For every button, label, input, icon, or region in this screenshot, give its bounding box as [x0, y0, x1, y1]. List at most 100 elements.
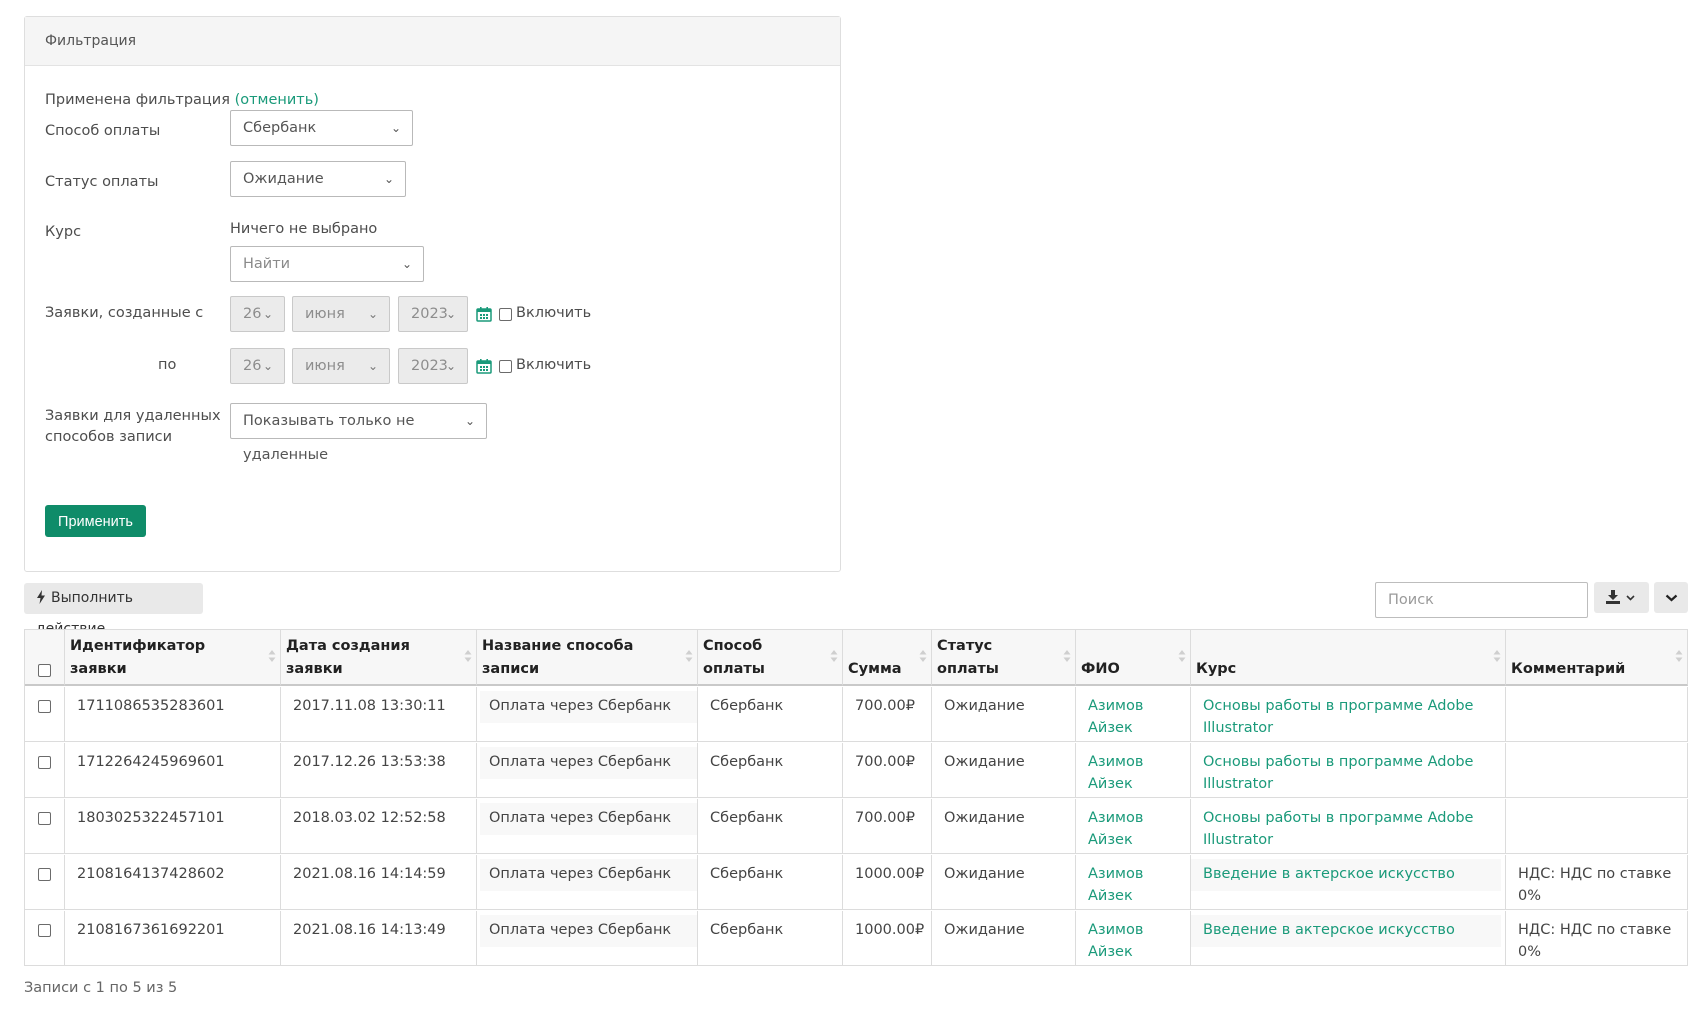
fio-link[interactable]: Азимов Айзек — [1088, 754, 1143, 792]
sort-icon — [1178, 650, 1186, 662]
payment-status-select[interactable]: Ожидание ⌄ — [230, 161, 406, 197]
filter-title: Фильтрация — [25, 17, 840, 66]
cell-comment — [1506, 743, 1688, 797]
header-label: Способ — [703, 638, 763, 654]
created-to-enable-checkbox[interactable] — [499, 360, 512, 373]
row-select-cell — [25, 855, 65, 909]
created-to-day-select[interactable]: 26 ⌄ — [230, 348, 285, 384]
row-select-cell — [25, 687, 65, 741]
header-label: ФИО — [1081, 661, 1120, 677]
fio-line1: Азимов — [1088, 698, 1144, 714]
course-search-select[interactable]: Найти ⌄ — [230, 246, 424, 282]
cell-comment: НДС: НДС по ставке 0% — [1506, 911, 1688, 965]
chevron-down-icon: ⌄ — [445, 307, 456, 321]
sort-icon — [1493, 650, 1501, 662]
course-line1: Введение в актерское искусство — [1203, 866, 1455, 882]
created-to-year: 2023 — [411, 358, 448, 374]
header-label: записи — [482, 661, 540, 677]
deleted-methods-label-line2: способов записи — [45, 429, 173, 445]
cell-sum: 1000.00₽ — [843, 855, 932, 909]
created-from-year-select[interactable]: 2023 ⌄ — [398, 296, 468, 332]
cell-date: 2021.08.16 14:14:59 — [281, 855, 477, 909]
execute-action-button[interactable]: Выполнить действие — [24, 583, 203, 637]
sort-icon — [1063, 650, 1071, 662]
course-link[interactable]: Введение в актерское искусство — [1203, 922, 1455, 938]
sort-icon — [830, 650, 838, 662]
created-from-enable-checkbox[interactable] — [499, 308, 512, 321]
calendar-icon[interactable] — [476, 306, 492, 322]
fio-line1: Азимов — [1088, 922, 1144, 938]
created-to-year-select[interactable]: 2023 ⌄ — [398, 348, 468, 384]
cell-id: 1711086535283601 — [65, 687, 281, 741]
header-method-name[interactable]: Название способа записи — [477, 630, 698, 686]
header-label: Комментарий — [1511, 661, 1626, 677]
row-checkbox[interactable] — [38, 700, 51, 713]
created-to-enable-label: Включить — [516, 357, 592, 373]
header-label: оплаты — [703, 661, 765, 677]
course-link[interactable]: Основы работы в программе Adobe Illustrat… — [1203, 810, 1473, 848]
fio-line2: Айзек — [1088, 888, 1133, 904]
cell-id: 2108167361692201 — [65, 911, 281, 965]
search-input[interactable] — [1375, 582, 1588, 618]
course-link[interactable]: Основы работы в программе Adobe Illustrat… — [1203, 754, 1473, 792]
cell-id: 2108164137428602 — [65, 855, 281, 909]
chevron-down-icon: ⌄ — [464, 414, 475, 428]
header-label: Дата создания — [286, 638, 410, 654]
filter-panel: Фильтрация Применена фильтрация (отменит… — [24, 16, 841, 572]
payment-method-select[interactable]: Сбербанк ⌄ — [230, 110, 413, 146]
row-checkbox[interactable] — [38, 868, 51, 881]
created-from-month: июня — [305, 306, 345, 322]
course-line1: Основы работы в программе Adobe — [1203, 810, 1474, 826]
header-course[interactable]: Курс — [1191, 630, 1506, 686]
header-comment[interactable]: Комментарий — [1506, 630, 1688, 686]
chevron-down-icon — [1665, 594, 1678, 602]
cell-date: 2017.11.08 13:30:11 — [281, 687, 477, 741]
comment-line1: НДС: НДС по ставке — [1518, 922, 1672, 938]
apply-button[interactable]: Применить — [45, 505, 146, 537]
deleted-methods-select[interactable]: Показывать только не удаленные ⌄ — [230, 403, 487, 463]
header-payment-method[interactable]: Способ оплаты — [698, 630, 843, 686]
cell-method-name-text: Оплата через Сбербанк — [489, 866, 672, 882]
fio-link[interactable]: Азимов Айзек — [1088, 810, 1143, 848]
header-created-date[interactable]: Дата создания заявки — [281, 630, 477, 686]
header-fio[interactable]: ФИО — [1076, 630, 1191, 686]
fio-link[interactable]: Азимов Айзек — [1088, 922, 1143, 960]
header-request-id[interactable]: Идентификатор заявки — [65, 630, 281, 686]
cell-comment — [1506, 687, 1688, 741]
comment-line2: 0% — [1518, 944, 1542, 960]
course-nothing-selected: Ничего не выбрано — [230, 221, 378, 237]
course-link[interactable]: Основы работы в программе Adobe Illustrat… — [1203, 698, 1473, 736]
calendar-icon[interactable] — [476, 358, 492, 374]
row-checkbox[interactable] — [38, 756, 51, 769]
created-to-month: июня — [305, 358, 345, 374]
fio-link[interactable]: Азимов Айзек — [1088, 866, 1143, 904]
created-from-enable-label: Включить — [516, 305, 592, 321]
course-label: Курс — [45, 224, 82, 240]
cell-method-name: Оплата через Сбербанк — [477, 743, 698, 797]
course-link[interactable]: Введение в актерское искусство — [1203, 866, 1455, 882]
cell-payment: Сбербанк — [698, 743, 843, 797]
header-sum[interactable]: Сумма — [843, 630, 932, 686]
cell-sum: 700.00₽ — [843, 799, 932, 853]
header-payment-status[interactable]: Статус оплаты — [932, 630, 1076, 686]
columns-toggle-button[interactable] — [1654, 582, 1688, 613]
select-all-checkbox[interactable] — [38, 664, 51, 677]
fio-line2: Айзек — [1088, 944, 1133, 960]
created-to-month-select[interactable]: июня ⌄ — [292, 348, 390, 384]
header-label: Статус — [937, 638, 993, 654]
course-line1: Основы работы в программе Adobe — [1203, 754, 1474, 770]
cell-course: Введение в актерское искусство — [1191, 911, 1506, 965]
chevron-down-icon: ⌄ — [401, 257, 412, 271]
created-from-day-select[interactable]: 26 ⌄ — [230, 296, 285, 332]
fio-line2: Айзек — [1088, 776, 1133, 792]
row-checkbox[interactable] — [38, 924, 51, 937]
created-from-month-select[interactable]: июня ⌄ — [292, 296, 390, 332]
fio-link[interactable]: Азимов Айзек — [1088, 698, 1143, 736]
export-button[interactable] — [1594, 582, 1649, 613]
deleted-methods-value: Показывать только не удаленные — [243, 413, 415, 463]
cell-status: Ожидание — [932, 799, 1076, 853]
row-checkbox[interactable] — [38, 812, 51, 825]
cell-status: Ожидание — [932, 743, 1076, 797]
cell-course: Введение в актерское искусство — [1191, 855, 1506, 909]
cancel-filter-link[interactable]: (отменить) — [235, 92, 319, 108]
